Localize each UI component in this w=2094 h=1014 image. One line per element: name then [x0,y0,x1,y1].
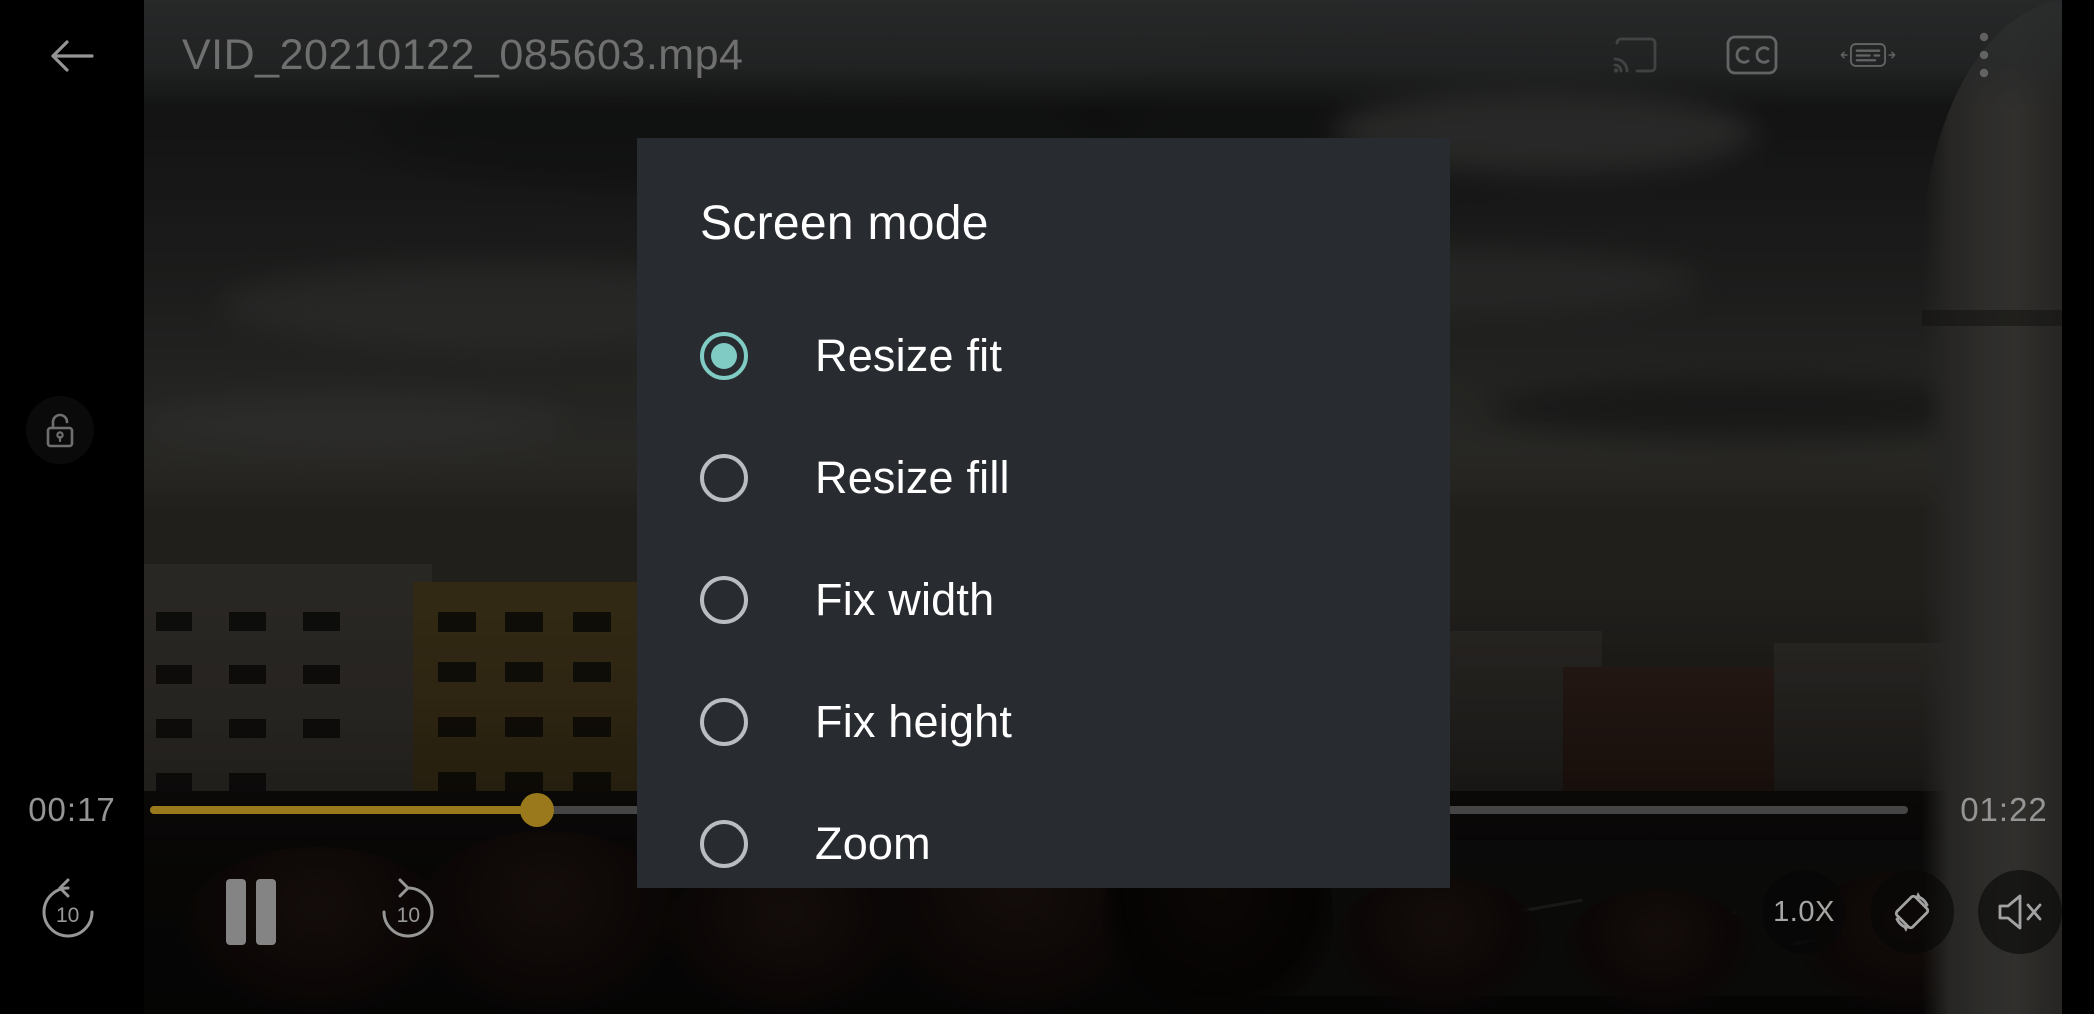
radio-resize-fit[interactable] [700,332,748,380]
dialog-title: Screen mode [700,197,989,250]
option-fix-height[interactable]: Fix height [637,661,1450,783]
option-label-zoom: Zoom [815,818,931,869]
option-label-fix-width: Fix width [815,574,995,625]
option-zoom[interactable]: Zoom [637,783,1450,905]
radio-zoom[interactable] [700,820,748,868]
option-resize-fit[interactable]: Resize fit [637,295,1450,417]
option-resize-fill[interactable]: Resize fill [637,417,1450,539]
option-label-fix-height: Fix height [815,696,1013,747]
video-player-screen: VID_20210122_085603.mp4 00:17 01:22 10 1… [0,0,2094,1014]
radio-fix-height[interactable] [700,698,748,746]
screen-mode-dialog: Screen mode Resize fit Resize fill Fix w… [637,138,1450,888]
option-label-resize-fill: Resize fill [815,452,1010,503]
screen-mode-option-list: Resize fit Resize fill Fix width Fix hei… [637,295,1450,905]
option-label-resize-fit: Resize fit [815,330,1003,381]
radio-resize-fill[interactable] [700,454,748,502]
radio-fix-width[interactable] [700,576,748,624]
option-fix-width[interactable]: Fix width [637,539,1450,661]
